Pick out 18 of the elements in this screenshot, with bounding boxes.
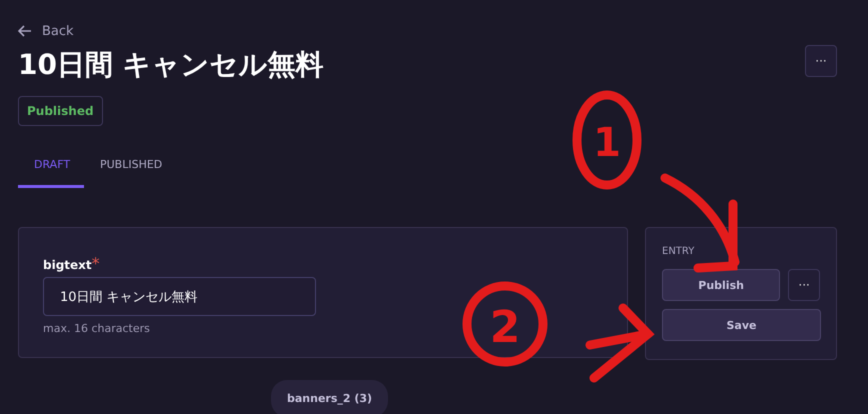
- page-title: 10日間 キャンセル無料: [18, 47, 324, 83]
- section-pill[interactable]: banners_2 (3): [271, 380, 388, 414]
- panel-heading: ENTRY: [662, 246, 696, 257]
- circled-number-drawing: 1: [572, 90, 642, 190]
- tab[interactable]: DRAFT: [18, 146, 84, 188]
- publish-button[interactable]: Publish: [662, 269, 780, 301]
- left-arrow-icon: [18, 25, 32, 37]
- status-badge: Published: [18, 96, 103, 126]
- circled-number-drawing: 2: [462, 282, 548, 366]
- save-button[interactable]: Save: [662, 309, 821, 341]
- more-button[interactable]: ···: [788, 269, 820, 301]
- back-link[interactable]: Back: [18, 20, 74, 42]
- more-button[interactable]: ···: [805, 45, 837, 77]
- field-label: bigtext: [43, 258, 92, 272]
- input-field[interactable]: 10日間 キャンセル無料: [43, 277, 316, 316]
- tab[interactable]: PUBLISHED: [84, 146, 178, 188]
- required-mark: *: [92, 254, 100, 273]
- field-hint: max. 16 characters: [43, 322, 151, 335]
